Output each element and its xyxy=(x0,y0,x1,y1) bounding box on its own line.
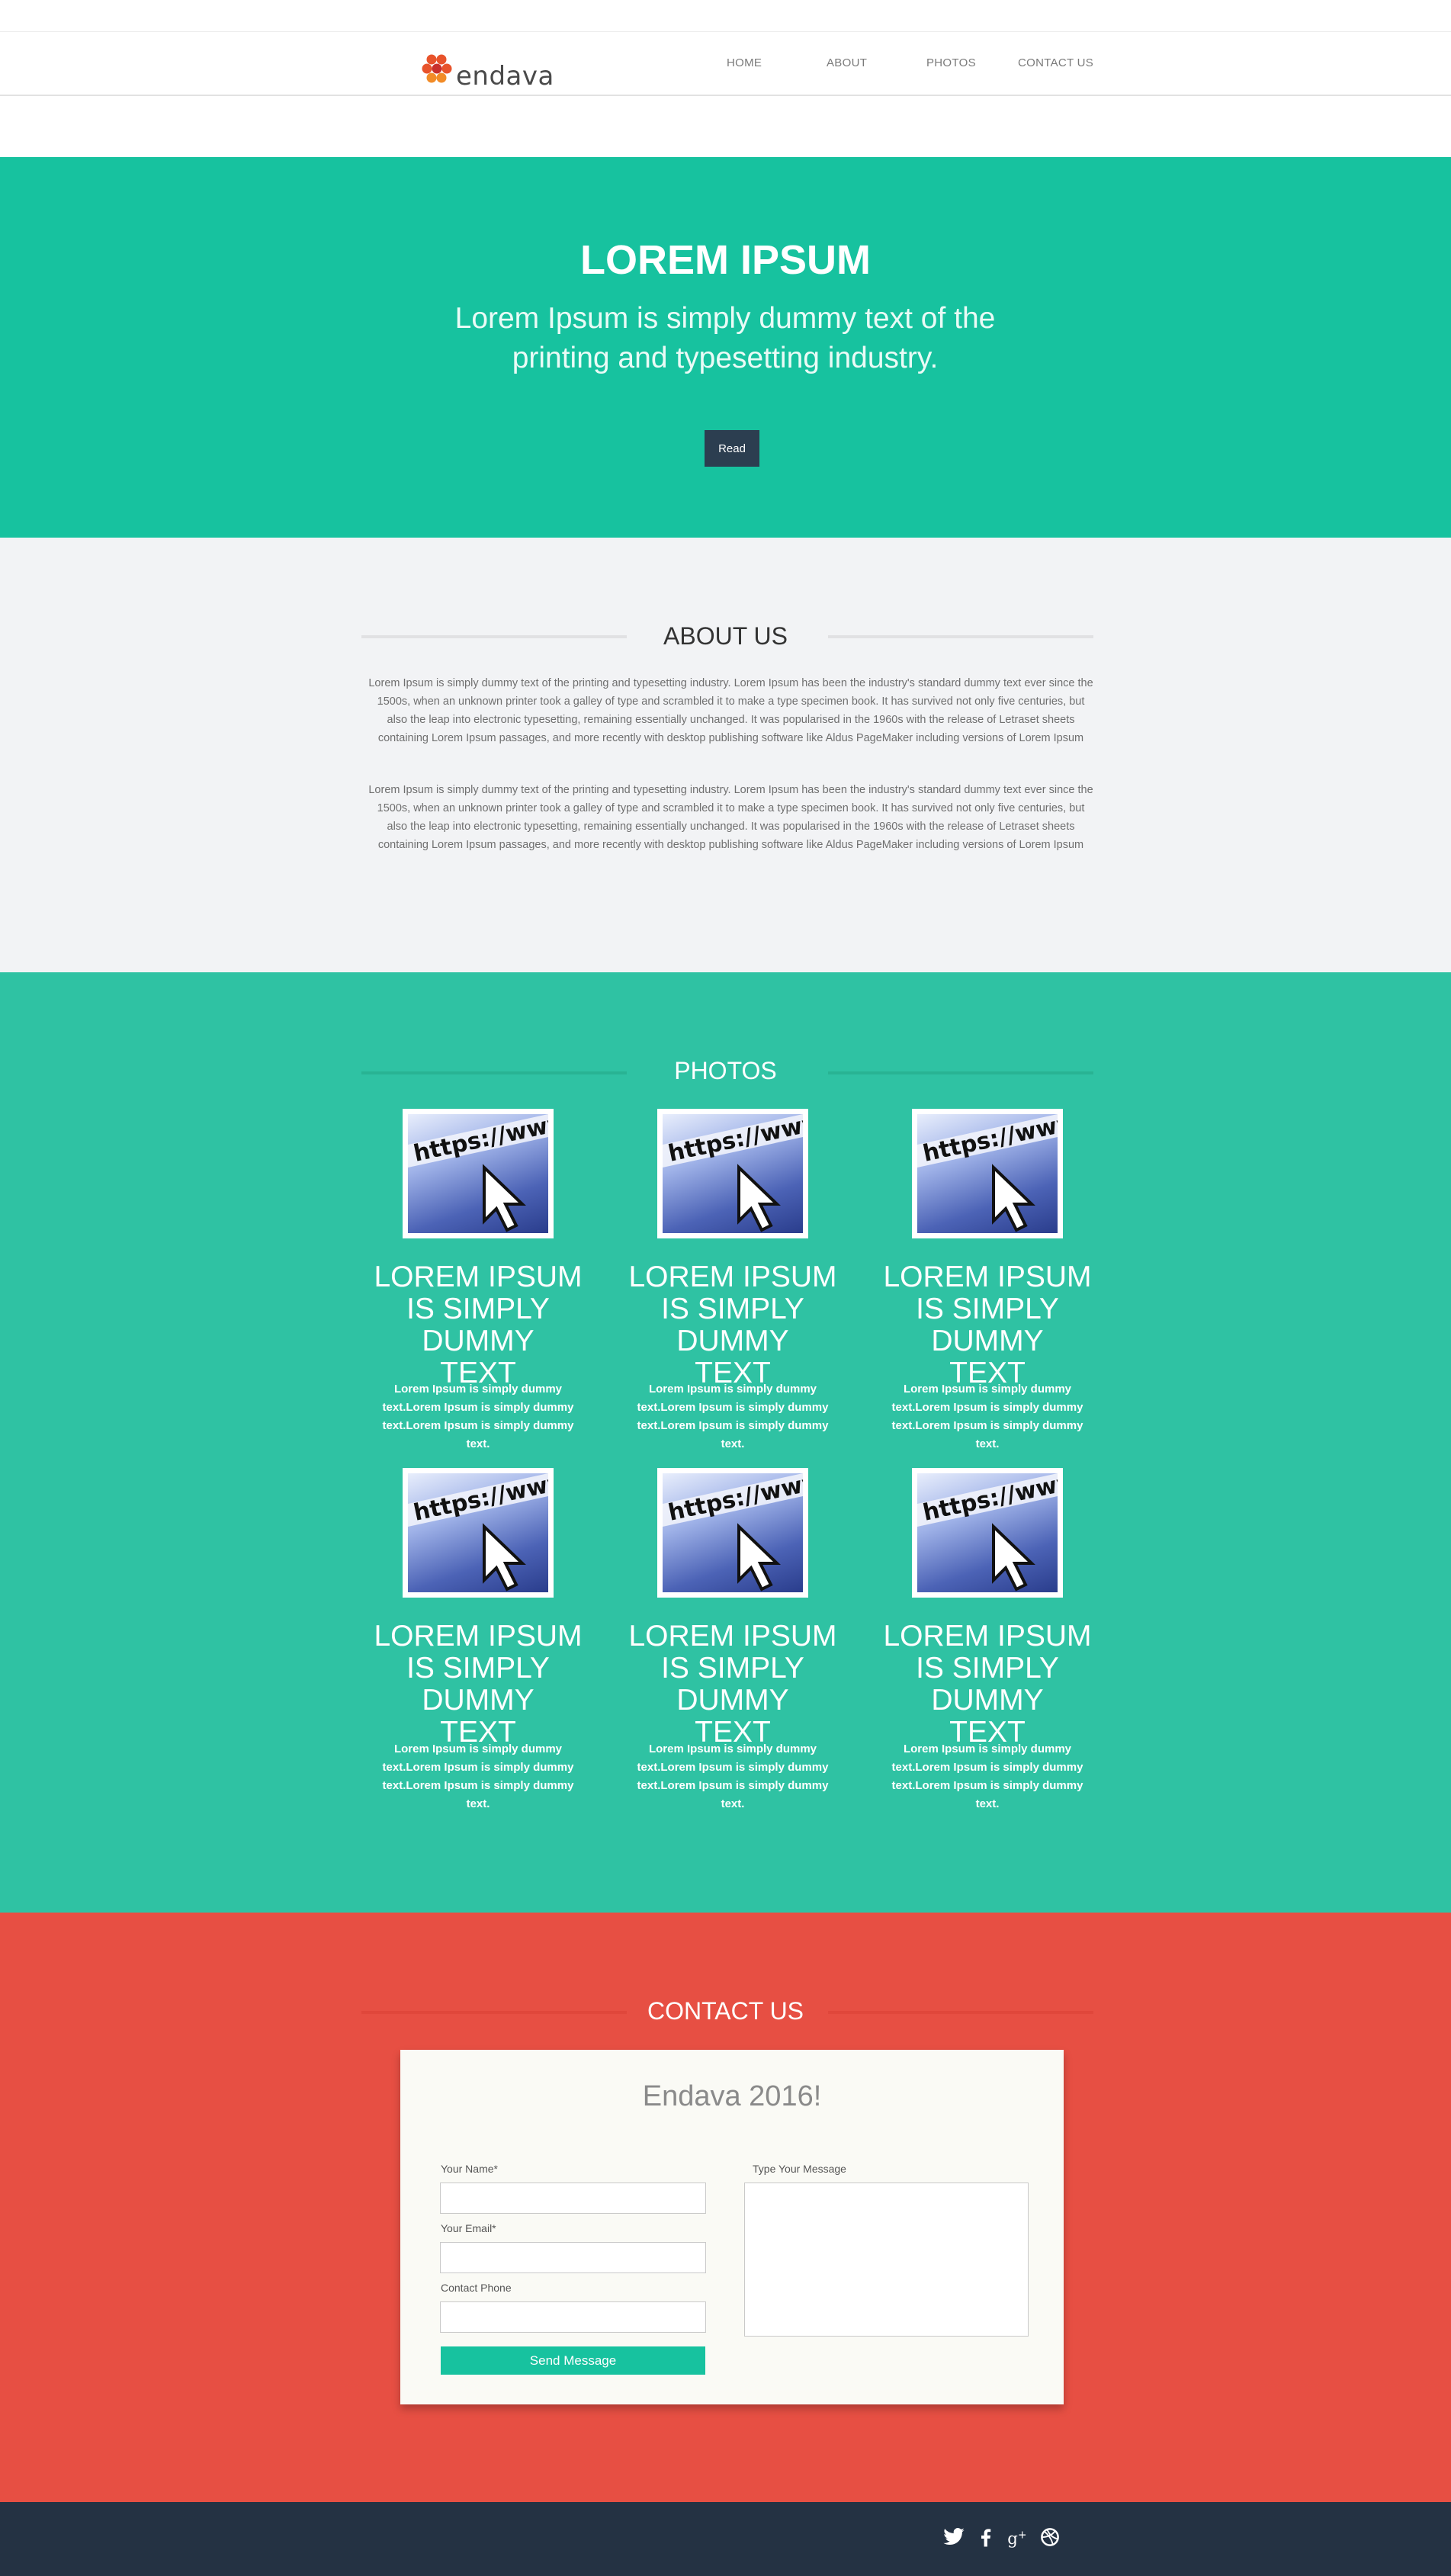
svg-text:https://www: https://www xyxy=(411,1473,548,1527)
about-section xyxy=(0,538,1451,972)
photo-thumbnail[interactable]: https://www xyxy=(403,1468,554,1598)
facebook-icon[interactable] xyxy=(974,2526,997,2549)
logo-text: endava xyxy=(456,61,554,92)
cursor-url-icon: https://www xyxy=(663,1473,803,1592)
twitter-icon[interactable] xyxy=(942,2526,965,2549)
phone-input[interactable] xyxy=(440,2301,706,2333)
nav-home[interactable]: HOME xyxy=(727,56,762,69)
svg-text:g: g xyxy=(1007,2529,1018,2549)
photo-thumbnail[interactable]: https://www xyxy=(912,1109,1063,1238)
svg-text:https://www: https://www xyxy=(920,1473,1058,1527)
photo-card-text: Lorem Ipsum is simply dummy text.Lorem Ip… xyxy=(637,1383,829,1450)
name-label: Your Name* xyxy=(441,2163,498,2175)
message-label: Type Your Message xyxy=(753,2163,846,2175)
nav-about[interactable]: ABOUT xyxy=(827,56,867,69)
nav-contact-us[interactable]: CONTACT US xyxy=(1018,56,1093,69)
photo-card-title: LOREM IPSUM IS SIMPLY DUMMY TEXT xyxy=(628,1261,837,1389)
send-message-button[interactable]: Send Message xyxy=(441,2346,705,2375)
photo-card-title: LOREM IPSUM IS SIMPLY DUMMY TEXT xyxy=(883,1620,1092,1749)
message-textarea[interactable] xyxy=(744,2183,1029,2337)
header xyxy=(0,32,1451,96)
cursor-url-icon: https://www xyxy=(917,1114,1058,1232)
svg-text:https://www: https://www xyxy=(666,1114,803,1168)
nav-photos[interactable]: PHOTOS xyxy=(926,56,976,69)
photo-card-title: LOREM IPSUM IS SIMPLY DUMMY TEXT xyxy=(883,1261,1092,1389)
photo-card-text: Lorem Ipsum is simply dummy text.Lorem Ip… xyxy=(891,1742,1083,1810)
hero-title: LOREM IPSUM xyxy=(579,237,871,283)
photo-thumbnail[interactable]: https://www xyxy=(403,1109,554,1238)
read-button[interactable]: Read xyxy=(705,430,759,467)
email-input[interactable] xyxy=(440,2242,706,2273)
photo-thumbnail[interactable]: https://www xyxy=(657,1109,808,1238)
top-bar xyxy=(0,0,1451,32)
photo-thumbnail[interactable]: https://www xyxy=(912,1468,1063,1598)
svg-text:https://www: https://www xyxy=(411,1114,548,1168)
email-label: Your Email* xyxy=(441,2222,496,2234)
photo-card-text: Lorem Ipsum is simply dummy text.Lorem Ip… xyxy=(382,1742,574,1810)
photos-title: PHOTOS xyxy=(674,1057,777,1084)
contact-title: CONTACT US xyxy=(647,1997,804,2025)
photo-card-text: Lorem Ipsum is simply dummy text.Lorem Ip… xyxy=(382,1383,574,1450)
form-heading: Endava 2016! xyxy=(642,2080,822,2112)
about-paragraph: Lorem Ipsum is simply dummy text of the … xyxy=(368,784,1093,851)
about-title: ABOUT US xyxy=(663,622,788,650)
svg-text:https://www: https://www xyxy=(920,1114,1058,1168)
photo-card-title: LOREM IPSUM IS SIMPLY DUMMY TEXT xyxy=(628,1620,837,1749)
svg-text:+: + xyxy=(1018,2529,1027,2541)
phone-label: Contact Phone xyxy=(441,2282,512,2294)
footer xyxy=(0,2502,1451,2576)
photo-card-title: LOREM IPSUM IS SIMPLY DUMMY TEXT xyxy=(374,1620,583,1749)
logo-mark-icon xyxy=(422,54,452,83)
cursor-url-icon: https://www xyxy=(663,1114,803,1232)
photo-thumbnail[interactable]: https://www xyxy=(657,1468,808,1598)
cursor-url-icon: https://www xyxy=(408,1114,548,1232)
name-input[interactable] xyxy=(440,2183,706,2214)
cursor-url-icon: https://www xyxy=(917,1473,1058,1592)
dribbble-icon[interactable] xyxy=(1038,2526,1061,2549)
about-paragraph: Lorem Ipsum is simply dummy text of the … xyxy=(368,677,1093,744)
photo-card-text: Lorem Ipsum is simply dummy text.Lorem Ip… xyxy=(637,1742,829,1810)
photo-card-title: LOREM IPSUM IS SIMPLY DUMMY TEXT xyxy=(374,1261,583,1389)
google-plus-icon[interactable]: g + xyxy=(1006,2526,1029,2549)
svg-text:https://www: https://www xyxy=(666,1473,803,1527)
hero-subtitle: Lorem Ipsum is simply dummy text of the … xyxy=(454,302,996,374)
cursor-url-icon: https://www xyxy=(408,1473,548,1592)
photo-card-text: Lorem Ipsum is simply dummy text.Lorem Ip… xyxy=(891,1383,1083,1450)
